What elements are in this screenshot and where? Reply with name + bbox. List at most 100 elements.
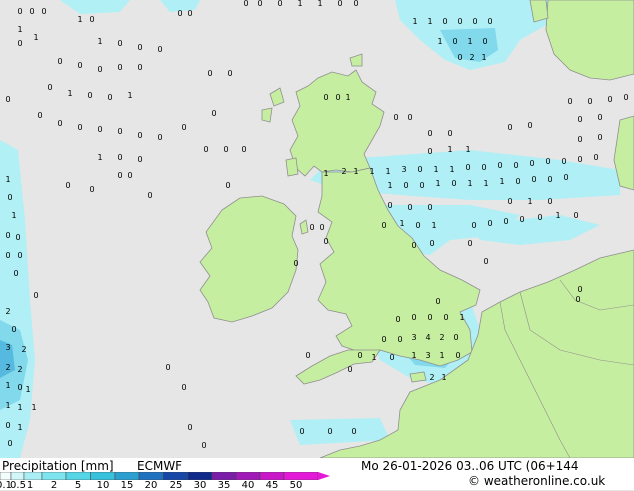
color-scale-segment xyxy=(163,472,189,480)
color-scale-segment xyxy=(283,472,319,480)
svg-text:1: 1 xyxy=(441,373,446,382)
product-title: Precipitation [mm] xyxy=(2,459,114,473)
svg-text:0: 0 xyxy=(563,173,568,182)
svg-text:0: 0 xyxy=(37,111,42,120)
svg-text:0: 0 xyxy=(187,423,192,432)
svg-text:0: 0 xyxy=(451,179,456,188)
svg-text:0: 0 xyxy=(465,163,470,172)
svg-text:0: 0 xyxy=(337,0,342,8)
svg-text:0: 0 xyxy=(299,427,304,436)
svg-text:0: 0 xyxy=(393,113,398,122)
svg-text:0: 0 xyxy=(487,219,492,228)
svg-text:0: 0 xyxy=(597,133,602,142)
color-scale-segment xyxy=(211,472,237,480)
svg-text:0: 0 xyxy=(607,95,612,104)
svg-text:1: 1 xyxy=(439,351,444,360)
svg-text:0: 0 xyxy=(482,37,487,46)
svg-text:2: 2 xyxy=(17,365,22,374)
svg-text:0: 0 xyxy=(57,119,62,128)
svg-text:0: 0 xyxy=(203,145,208,154)
svg-text:0: 0 xyxy=(519,215,524,224)
svg-text:1: 1 xyxy=(467,179,472,188)
svg-text:0: 0 xyxy=(243,0,248,8)
color-scale-bar xyxy=(0,472,330,480)
svg-text:0: 0 xyxy=(481,163,486,172)
svg-text:3: 3 xyxy=(425,351,430,360)
svg-text:0: 0 xyxy=(507,197,512,206)
svg-text:0: 0 xyxy=(201,441,206,450)
svg-text:0: 0 xyxy=(417,165,422,174)
svg-text:0: 0 xyxy=(455,351,460,360)
svg-text:0: 0 xyxy=(117,127,122,136)
copyright-icon: © xyxy=(468,474,480,488)
svg-text:0: 0 xyxy=(453,333,458,342)
svg-text:0: 0 xyxy=(427,129,432,138)
svg-text:0: 0 xyxy=(97,125,102,134)
color-scale-arrow xyxy=(318,472,330,480)
svg-text:1: 1 xyxy=(437,37,442,46)
svg-text:0: 0 xyxy=(623,93,628,102)
svg-text:0: 0 xyxy=(435,297,440,306)
svg-text:0: 0 xyxy=(419,181,424,190)
svg-text:0: 0 xyxy=(5,231,10,240)
svg-text:1: 1 xyxy=(353,167,358,176)
svg-text:0: 0 xyxy=(293,259,298,268)
svg-text:0: 0 xyxy=(537,213,542,222)
svg-text:2: 2 xyxy=(5,363,10,372)
svg-text:0: 0 xyxy=(443,313,448,322)
svg-text:1: 1 xyxy=(345,93,350,102)
svg-text:0: 0 xyxy=(41,7,46,16)
svg-text:0: 0 xyxy=(415,221,420,230)
svg-text:1: 1 xyxy=(5,401,10,410)
svg-text:0: 0 xyxy=(503,217,508,226)
svg-text:0: 0 xyxy=(567,97,572,106)
svg-text:0: 0 xyxy=(181,123,186,132)
svg-text:0: 0 xyxy=(507,123,512,132)
svg-text:0: 0 xyxy=(47,83,52,92)
svg-text:1: 1 xyxy=(17,403,22,412)
svg-text:1: 1 xyxy=(31,403,36,412)
svg-text:0: 0 xyxy=(17,39,22,48)
svg-text:0: 0 xyxy=(577,285,582,294)
svg-text:0: 0 xyxy=(223,145,228,154)
svg-text:0: 0 xyxy=(457,17,462,26)
svg-text:0: 0 xyxy=(319,223,324,232)
svg-text:0: 0 xyxy=(472,17,477,26)
svg-text:1: 1 xyxy=(435,179,440,188)
svg-text:0: 0 xyxy=(597,113,602,122)
svg-text:2: 2 xyxy=(429,373,434,382)
svg-text:0: 0 xyxy=(429,239,434,248)
svg-text:1: 1 xyxy=(412,17,417,26)
color-scale-segment xyxy=(90,472,116,480)
svg-text:0: 0 xyxy=(587,97,592,106)
model-name: ECMWF xyxy=(137,459,183,473)
svg-text:0: 0 xyxy=(11,325,16,334)
svg-text:0: 0 xyxy=(165,363,170,372)
svg-text:0: 0 xyxy=(561,157,566,166)
color-scale-segment xyxy=(65,472,91,480)
svg-text:0: 0 xyxy=(225,181,230,190)
svg-text:0: 0 xyxy=(157,133,162,142)
svg-text:0: 0 xyxy=(127,171,132,180)
svg-text:0: 0 xyxy=(513,161,518,170)
svg-text:0: 0 xyxy=(117,171,122,180)
svg-text:0: 0 xyxy=(411,313,416,322)
precipitation-map: 000 10 00 0001100 110000 1010 021 110 10… xyxy=(0,0,634,458)
svg-text:1: 1 xyxy=(465,145,470,154)
svg-text:1: 1 xyxy=(459,313,464,322)
svg-text:1: 1 xyxy=(481,53,486,62)
svg-text:0: 0 xyxy=(531,175,536,184)
svg-text:0: 0 xyxy=(497,161,502,170)
svg-text:0: 0 xyxy=(5,95,10,104)
svg-text:1: 1 xyxy=(25,385,30,394)
svg-text:0: 0 xyxy=(177,9,182,18)
svg-text:1: 1 xyxy=(527,197,532,206)
color-scale-segment xyxy=(187,472,213,480)
svg-text:0: 0 xyxy=(29,7,34,16)
svg-text:0: 0 xyxy=(89,15,94,24)
svg-text:0: 0 xyxy=(467,239,472,248)
svg-text:0: 0 xyxy=(323,93,328,102)
svg-text:1: 1 xyxy=(369,167,374,176)
svg-text:1: 1 xyxy=(17,423,22,432)
svg-text:1: 1 xyxy=(5,381,10,390)
